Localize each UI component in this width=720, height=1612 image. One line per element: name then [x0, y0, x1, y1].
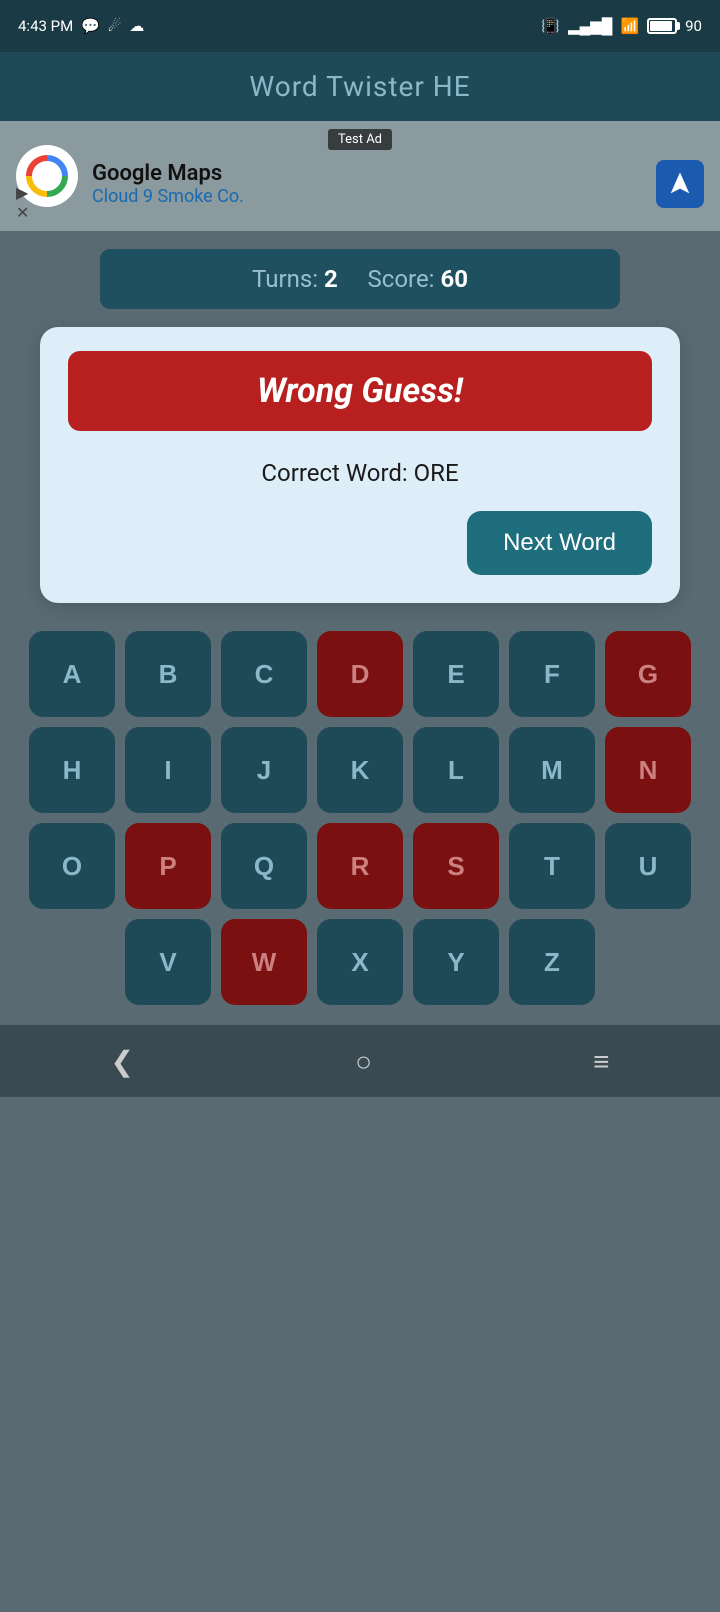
key-g[interactable]: G	[605, 631, 691, 717]
key-r[interactable]: R	[317, 823, 403, 909]
key-d[interactable]: D	[317, 631, 403, 717]
correct-word-label: Correct Word: ORE	[68, 459, 652, 487]
key-q[interactable]: Q	[221, 823, 307, 909]
keyboard-row: ABCDEFG	[16, 631, 704, 717]
usb-icon: ☄	[108, 17, 121, 35]
keyboard-section: ABCDEFG HIJKLMN OPQRSTU VWXYZ	[0, 631, 720, 1005]
home-button[interactable]: ○	[355, 1045, 372, 1078]
key-f[interactable]: F	[509, 631, 595, 717]
result-card: Wrong Guess! Correct Word: ORE Next Word	[40, 327, 680, 603]
wifi-icon: 📶	[620, 17, 639, 35]
key-j[interactable]: J	[221, 727, 307, 813]
key-c[interactable]: C	[221, 631, 307, 717]
close-icon[interactable]: ✕	[16, 205, 29, 221]
key-b[interactable]: B	[125, 631, 211, 717]
key-x[interactable]: X	[317, 919, 403, 1005]
ad-label: Test Ad	[328, 129, 392, 150]
key-s[interactable]: S	[413, 823, 499, 909]
key-l[interactable]: L	[413, 727, 499, 813]
key-w[interactable]: W	[221, 919, 307, 1005]
key-p[interactable]: P	[125, 823, 211, 909]
status-time: 4:43 PM	[18, 17, 73, 35]
status-right: 📳 ▂▄▆█ 📶 90	[541, 17, 702, 35]
ad-nav-button[interactable]	[656, 160, 704, 208]
keyboard-row: HIJKLMN	[16, 727, 704, 813]
ad-text: Google Maps Cloud 9 Smoke Co.	[92, 161, 642, 207]
ad-banner[interactable]: Test Ad Google Maps Cloud 9 Smoke Co. ▶ …	[0, 121, 720, 231]
turns-value: 2	[324, 265, 338, 293]
next-word-button[interactable]: Next Word	[467, 511, 652, 575]
key-a[interactable]: A	[29, 631, 115, 717]
ad-subtitle: Cloud 9 Smoke Co.	[92, 186, 642, 207]
key-m[interactable]: M	[509, 727, 595, 813]
google-maps-logo	[25, 154, 69, 198]
key-h[interactable]: H	[29, 727, 115, 813]
key-u[interactable]: U	[605, 823, 691, 909]
key-n[interactable]: N	[605, 727, 691, 813]
navigation-icon	[666, 170, 694, 198]
key-t[interactable]: T	[509, 823, 595, 909]
keyboard-row: OPQRSTU	[16, 823, 704, 909]
key-y[interactable]: Y	[413, 919, 499, 1005]
whatsapp-icon: 💬	[81, 17, 100, 35]
key-i[interactable]: I	[125, 727, 211, 813]
signal-icon: ▂▄▆█	[568, 17, 612, 35]
key-e[interactable]: E	[413, 631, 499, 717]
battery-icon	[647, 17, 677, 35]
play-icon[interactable]: ▶	[16, 185, 29, 201]
key-k[interactable]: K	[317, 727, 403, 813]
status-bar: 4:43 PM 💬 ☄ ☁ 📳 ▂▄▆█ 📶 90	[0, 0, 720, 52]
wrong-guess-banner: Wrong Guess!	[68, 351, 652, 431]
app-header: Word Twister HE	[0, 52, 720, 121]
menu-button[interactable]: ≡	[593, 1045, 609, 1078]
ad-controls: ▶ ✕	[16, 185, 29, 221]
score-bar: Turns: 2 Score: 60	[100, 249, 620, 309]
battery-level: 90	[685, 17, 702, 35]
ad-company: Google Maps	[92, 161, 642, 186]
key-v[interactable]: V	[125, 919, 211, 1005]
bottom-nav: ❮ ○ ≡	[0, 1025, 720, 1097]
cloud-icon: ☁	[129, 17, 144, 35]
back-button[interactable]: ❮	[111, 1045, 134, 1078]
turns-label: Turns:	[252, 265, 318, 293]
key-o[interactable]: O	[29, 823, 115, 909]
app-title: Word Twister HE	[249, 70, 470, 103]
wrong-guess-text: Wrong Guess!	[257, 371, 463, 411]
score-value: 60	[440, 265, 468, 293]
keyboard-row: VWXYZ	[16, 919, 704, 1005]
status-left: 4:43 PM 💬 ☄ ☁	[18, 17, 144, 35]
score-label: Score:	[368, 265, 435, 293]
vibrate-icon: 📳	[541, 17, 560, 35]
key-z[interactable]: Z	[509, 919, 595, 1005]
